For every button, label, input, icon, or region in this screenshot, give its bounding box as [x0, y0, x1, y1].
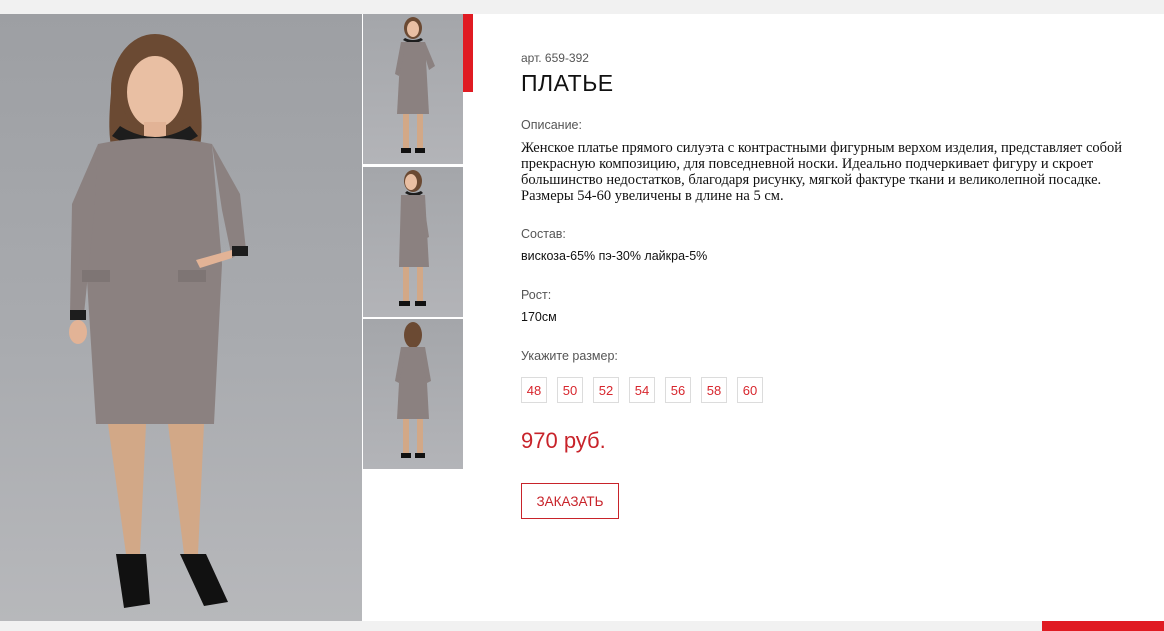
size-option-54[interactable]: 54	[629, 377, 655, 403]
size-option-58[interactable]: 58	[701, 377, 727, 403]
thumbnail-back[interactable]	[363, 319, 463, 469]
description-label: Описание:	[521, 118, 582, 132]
size-option-50[interactable]: 50	[557, 377, 583, 403]
dress-side-thumb-icon	[399, 170, 429, 306]
dress-front-thumb-icon	[395, 17, 435, 153]
order-button[interactable]: ЗАКАЗАТЬ	[521, 483, 619, 519]
composition-label: Состав:	[521, 227, 566, 241]
height-value: 170см	[521, 310, 557, 324]
accent-bar-top	[463, 14, 473, 92]
size-option-52[interactable]: 52	[593, 377, 619, 403]
dress-back-thumb-icon	[395, 322, 431, 458]
description-text: Женское платье прямого силуэта с контрас…	[521, 140, 1123, 204]
height-label: Рост:	[521, 288, 552, 302]
page: арт. 659-392 ПЛАТЬЕ Описание: Женское пл…	[0, 0, 1164, 631]
thumbnail-strip	[362, 14, 463, 470]
main-product-photo[interactable]	[0, 14, 362, 621]
size-option-56[interactable]: 56	[665, 377, 691, 403]
article-number: арт. 659-392	[521, 51, 589, 65]
model-figure-icon	[69, 34, 248, 608]
product-price: 970 руб.	[521, 428, 606, 453]
thumbnail-side[interactable]	[363, 167, 463, 317]
size-selector: 48 50 52 54 56 58 60	[521, 377, 773, 403]
thumbnail-front[interactable]	[363, 14, 463, 164]
product-title: ПЛАТЬЕ	[521, 70, 614, 96]
accent-bar-bottom	[1042, 621, 1164, 631]
size-option-60[interactable]: 60	[737, 377, 763, 403]
size-label: Укажите размер:	[521, 349, 618, 363]
composition-value: вискоза-65% пэ-30% лайкра-5%	[521, 249, 708, 263]
size-option-48[interactable]: 48	[521, 377, 547, 403]
